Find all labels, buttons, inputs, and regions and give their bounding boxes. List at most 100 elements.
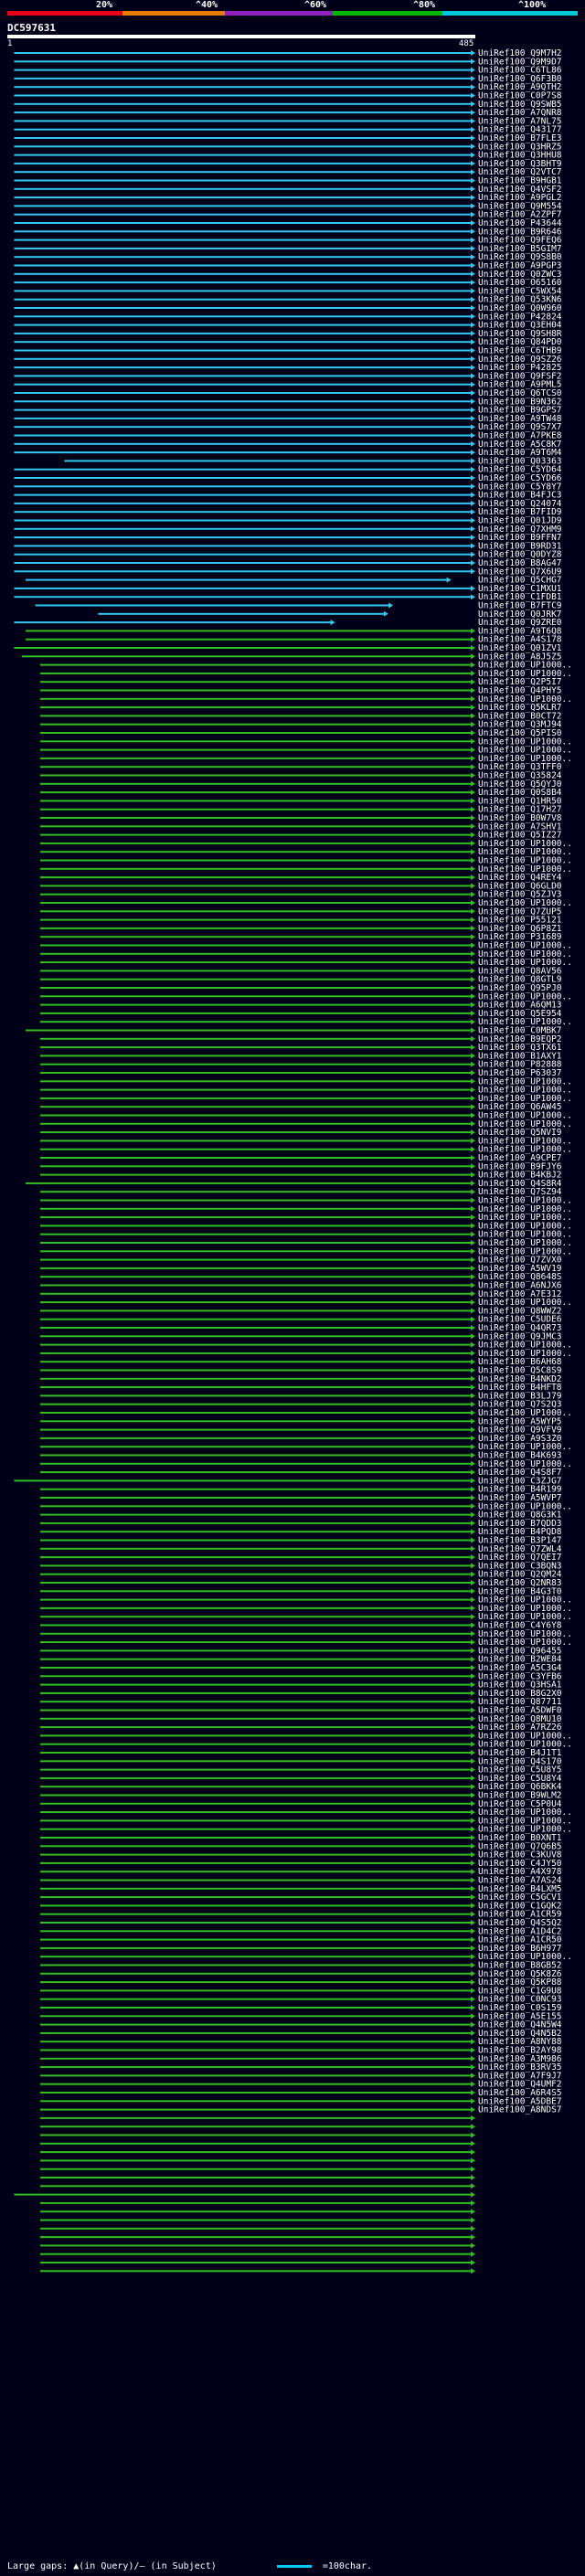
hit-bar — [40, 1471, 472, 1474]
hit-arrowhead — [471, 985, 475, 991]
hit-arrowhead — [471, 517, 475, 524]
hit-bar — [40, 842, 472, 844]
hit-arrowhead — [471, 1885, 475, 1892]
hit-bar — [40, 936, 472, 938]
hit-bar — [40, 1165, 472, 1168]
hit-arrowhead — [471, 653, 475, 660]
hit-arrowhead — [471, 1733, 475, 1739]
hit-arrowhead — [471, 1571, 475, 1577]
hit-arrowhead — [471, 551, 475, 557]
hit-arrowhead — [471, 525, 475, 532]
hit-arrowhead — [471, 1835, 475, 1840]
hit-bar — [40, 1913, 472, 1915]
hit-arrowhead — [471, 950, 475, 957]
hit-arrowhead — [471, 1843, 475, 1850]
hit-bar — [40, 1497, 472, 1499]
hit-arrowhead — [471, 1648, 475, 1654]
hit-bar — [40, 1191, 472, 1193]
hit-bar — [14, 69, 473, 71]
hit-arrowhead — [471, 2098, 475, 2104]
hit-arrowhead — [471, 1163, 475, 1170]
hit-bar — [40, 1361, 472, 1363]
hit-bar — [40, 1981, 472, 1984]
hit-arrowhead — [471, 1452, 475, 1458]
hit-bar — [40, 1412, 472, 1414]
hit-arrowhead — [471, 849, 475, 855]
hit-arrowhead — [471, 1248, 475, 1255]
hit-arrowhead — [471, 237, 475, 243]
hit-bar — [40, 1641, 472, 1644]
hit-arrowhead — [471, 1545, 475, 1552]
hit-bar — [14, 536, 473, 539]
hit-arrowhead — [471, 2124, 475, 2130]
hit-arrowhead — [471, 1325, 475, 1330]
hit-bar — [40, 1216, 472, 1219]
hit-arrowhead — [471, 1588, 475, 1595]
hit-bar — [40, 1922, 472, 1924]
hit-arrowhead — [471, 942, 475, 949]
hit-arrowhead — [471, 1460, 475, 1467]
hit-arrowhead — [471, 322, 475, 328]
hit-arrowhead — [471, 1699, 475, 1705]
hit-arrowhead — [471, 1673, 475, 1680]
hit-arrowhead — [471, 747, 475, 753]
hit-bar — [14, 383, 473, 386]
hit-bar — [40, 1616, 472, 1618]
hit-bar — [14, 349, 473, 352]
hit-bar — [40, 1250, 472, 1253]
hit-bar — [40, 791, 472, 794]
hit-bar — [40, 1131, 472, 1134]
hit-bar — [40, 1003, 472, 1006]
hit-bar — [40, 2236, 472, 2239]
hit-arrowhead — [471, 2081, 475, 2087]
hit-bar — [40, 1386, 472, 1389]
hit-bar — [14, 187, 473, 190]
hit-arrowhead — [471, 458, 475, 464]
hit-bar — [40, 1292, 472, 1295]
hit-bar — [40, 1173, 472, 1176]
hit-bar — [40, 2108, 472, 2111]
hit-arrowhead — [471, 1656, 475, 1662]
hit-arrowhead — [471, 594, 475, 600]
hit-arrowhead — [471, 823, 475, 830]
hit-arrowhead — [471, 1120, 475, 1127]
hit-bar — [40, 2057, 472, 2060]
hit-arrowhead — [471, 713, 475, 719]
hit-bar — [40, 723, 472, 726]
hit-arrowhead — [471, 152, 475, 158]
hit-bar — [40, 1505, 472, 1508]
hit-bar — [40, 1420, 472, 1423]
hit-arrowhead — [471, 254, 475, 260]
hit-bar — [14, 357, 473, 360]
hit-bar — [98, 612, 385, 615]
hit-arrowhead — [471, 1002, 475, 1008]
hit-arrowhead — [471, 126, 475, 133]
hit-arrowhead — [471, 1240, 475, 1246]
hit-bar — [40, 1691, 472, 1694]
hit-bar — [40, 1335, 472, 1338]
hit-label[interactable]: UniRef100_A8NDS7 — [478, 2105, 562, 2115]
hit-bar — [40, 2049, 472, 2051]
hit-bar — [40, 1531, 472, 1533]
hit-bar — [40, 1590, 472, 1593]
hit-bar — [40, 1938, 472, 1941]
hit-bar — [40, 740, 472, 743]
hit-bar — [40, 2253, 472, 2255]
hit-bar — [26, 1182, 472, 1184]
hit-bar — [40, 1786, 472, 1788]
hit-arrowhead — [471, 925, 475, 931]
hit-bar — [40, 1318, 472, 1320]
hit-bar — [40, 1683, 472, 1686]
hit-arrowhead — [471, 1138, 475, 1144]
hit-arrowhead — [471, 2021, 475, 2028]
hit-bar — [40, 774, 472, 777]
hit-bar — [14, 426, 473, 429]
hit-arrowhead — [471, 1495, 475, 1500]
hit-bar — [14, 290, 473, 292]
hit-bar — [14, 400, 473, 403]
hit-bar — [40, 2066, 472, 2069]
hit-arrowhead — [471, 288, 475, 294]
hit-bar — [14, 1479, 473, 1482]
hit-bar — [40, 672, 472, 674]
hit-bar — [40, 2092, 472, 2094]
